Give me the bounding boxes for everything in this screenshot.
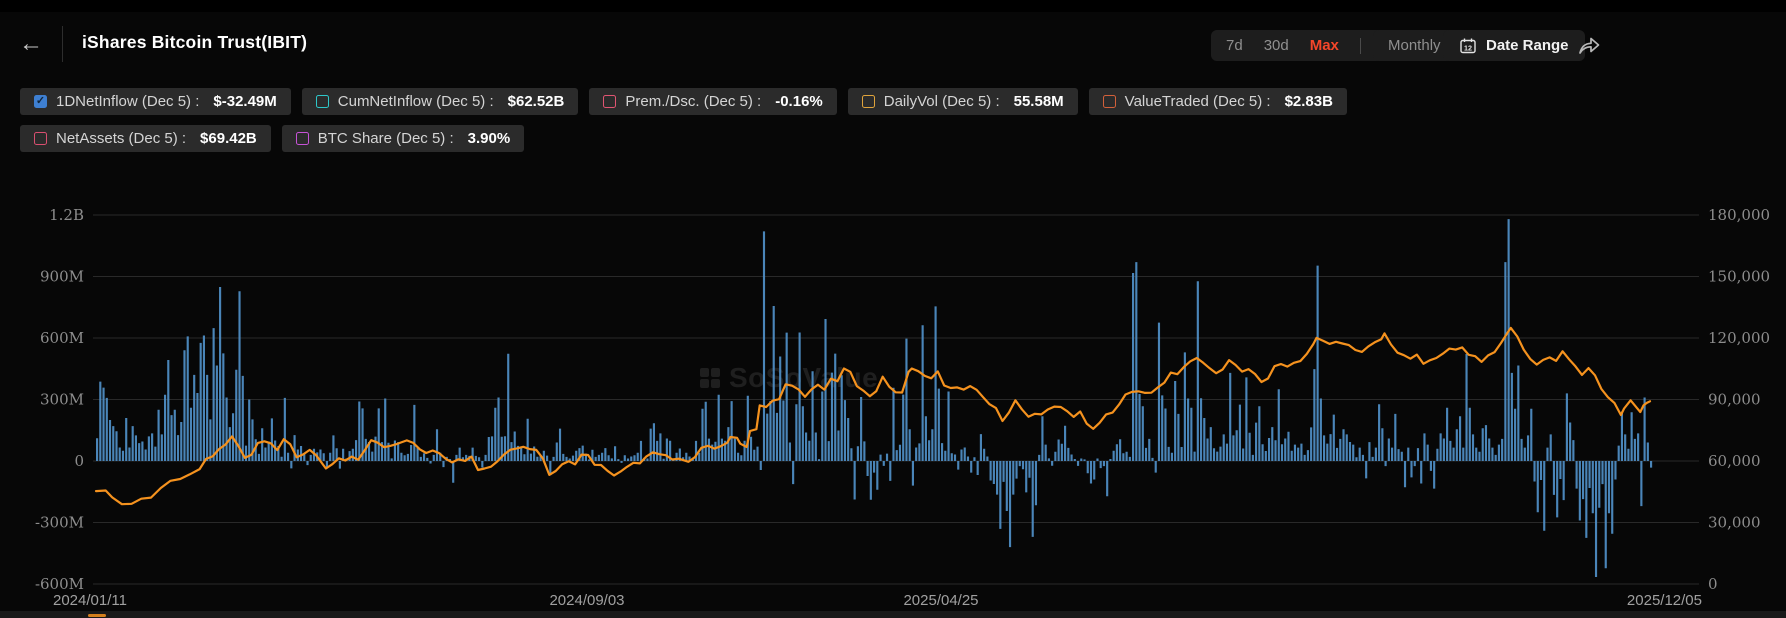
- svg-text:1.2B: 1.2B: [49, 206, 84, 224]
- legend-prem-dsc[interactable]: Prem./Dsc. (Dec 5) : -0.16%: [589, 88, 836, 115]
- legend-label: NetAssets (Dec 5) :: [56, 130, 186, 147]
- svg-text:60,000: 60,000: [1708, 452, 1761, 470]
- range-30d[interactable]: 30d: [1264, 37, 1289, 54]
- back-arrow-icon: ←: [19, 30, 43, 58]
- legend-label: BTC Share (Dec 5) :: [318, 130, 454, 147]
- bottom-strip: [0, 611, 1786, 618]
- page-title: iShares Bitcoin Trust(IBIT): [82, 32, 307, 53]
- calendar-icon: 12: [1459, 37, 1477, 55]
- legend-valuetraded[interactable]: ValueTraded (Dec 5) : $2.83B: [1089, 88, 1347, 115]
- legend-label: DailyVol (Dec 5) :: [884, 93, 1000, 110]
- netinflow-bars: [96, 219, 1652, 577]
- checkbox-icon[interactable]: [316, 95, 329, 108]
- svg-text:900M: 900M: [40, 268, 84, 286]
- checkbox-icon[interactable]: [1103, 95, 1116, 108]
- legend-label: 1DNetInflow (Dec 5) :: [56, 93, 199, 110]
- legend-value: $69.42B: [200, 130, 257, 147]
- left-axis-labels: 1.2B 900M 600M 300M 0 -300M -600M: [35, 206, 84, 593]
- date-range-button[interactable]: 12 Date Range: [1443, 30, 1585, 61]
- checkbox-icon[interactable]: [603, 95, 616, 108]
- share-icon[interactable]: [1576, 32, 1602, 58]
- date-range-label: Date Range: [1486, 37, 1569, 54]
- legend-netassets[interactable]: NetAssets (Dec 5) : $69.42B: [20, 125, 271, 152]
- legend-value: $62.52B: [508, 93, 565, 110]
- checkbox-icon[interactable]: [862, 95, 875, 108]
- legend-label: ValueTraded (Dec 5) :: [1125, 93, 1271, 110]
- svg-text:-600M: -600M: [35, 575, 84, 593]
- range-monthly[interactable]: Monthly: [1388, 37, 1441, 54]
- svg-text:30,000: 30,000: [1708, 514, 1761, 532]
- legend-value: $-32.49M: [213, 93, 276, 110]
- svg-text:-300M: -300M: [35, 514, 84, 532]
- top-strip: [0, 0, 1786, 12]
- x-axis-labels: 2024/01/11 2024/09/03 2025/04/25 2025/12/05: [53, 592, 1702, 609]
- range-max[interactable]: Max: [1310, 37, 1339, 54]
- svg-text:300M: 300M: [40, 391, 84, 409]
- back-button[interactable]: ←: [14, 28, 48, 60]
- legend-row-1: ✓ 1DNetInflow (Dec 5) : $-32.49M CumNetInfl…: [20, 88, 1347, 115]
- svg-text:90,000: 90,000: [1708, 391, 1761, 409]
- svg-text:2024/01/11: 2024/01/11: [53, 592, 127, 609]
- checkbox-icon[interactable]: [34, 132, 47, 145]
- legend-dailyvol[interactable]: DailyVol (Dec 5) : 55.58M: [848, 88, 1078, 115]
- legend-value: -0.16%: [775, 93, 823, 110]
- right-axis-labels: 180,000 150,000 120,000 90,000 60,000 30,000 0: [1708, 206, 1770, 593]
- range-divider: [1360, 38, 1361, 54]
- svg-text:2025/12/05: 2025/12/05: [1627, 592, 1702, 609]
- svg-text:600M: 600M: [40, 329, 84, 347]
- svg-text:2025/04/25: 2025/04/25: [903, 592, 978, 609]
- legend-label: CumNetInflow (Dec 5) :: [338, 93, 494, 110]
- range-7d[interactable]: 7d: [1226, 37, 1243, 54]
- svg-text:150,000: 150,000: [1708, 268, 1770, 286]
- legend-label: Prem./Dsc. (Dec 5) :: [625, 93, 761, 110]
- legend-btc-share[interactable]: BTC Share (Dec 5) : 3.90%: [282, 125, 524, 152]
- next-section-sliver: [88, 614, 106, 617]
- legend-cumnetinflow[interactable]: CumNetInflow (Dec 5) : $62.52B: [302, 88, 579, 115]
- svg-text:0: 0: [1708, 575, 1718, 593]
- svg-text:0: 0: [74, 452, 84, 470]
- checkbox-icon[interactable]: [296, 132, 309, 145]
- checkbox-checked-icon[interactable]: ✓: [34, 95, 47, 108]
- header-divider: [62, 26, 63, 62]
- btc-price-line: [96, 328, 1650, 504]
- svg-text:2024/09/03: 2024/09/03: [549, 592, 624, 609]
- gridlines: [93, 215, 1699, 584]
- svg-text:180,000: 180,000: [1708, 206, 1770, 224]
- legend-value: 3.90%: [468, 130, 511, 147]
- legend-value: 55.58M: [1014, 93, 1064, 110]
- svg-text:12: 12: [1464, 43, 1472, 52]
- legend-1dnetinflow[interactable]: ✓ 1DNetInflow (Dec 5) : $-32.49M: [20, 88, 291, 115]
- svg-text:120,000: 120,000: [1708, 329, 1770, 347]
- legend-value: $2.83B: [1285, 93, 1333, 110]
- legend-row-2: NetAssets (Dec 5) : $69.42B BTC Share (Dec…: [20, 125, 524, 152]
- inflow-price-chart[interactable]: 1.2B 900M 600M 300M 0 -300M -600M 180,000 150,00…: [0, 170, 1786, 612]
